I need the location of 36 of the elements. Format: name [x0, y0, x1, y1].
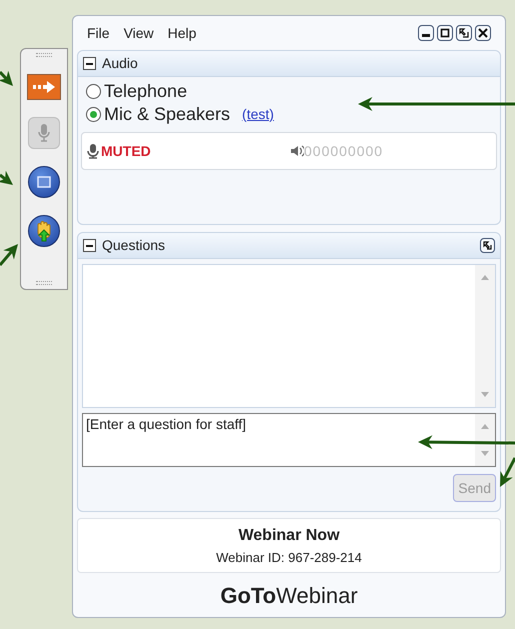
- annotation-arrow: [0, 170, 13, 185]
- webinar-id: Webinar ID: 967-289-214: [216, 548, 362, 567]
- radio-button[interactable]: [86, 84, 101, 99]
- collapse-button[interactable]: [83, 239, 96, 252]
- logo: GoToWebinar: [220, 582, 358, 610]
- speaker-icon: [291, 145, 304, 157]
- section-title: Questions: [102, 236, 166, 255]
- screen-button[interactable]: [28, 166, 60, 198]
- raise-hand-button[interactable]: [28, 215, 60, 247]
- mic-status: MUTED: [101, 142, 152, 160]
- collapse-button[interactable]: [83, 57, 96, 70]
- close-icon: [478, 28, 488, 38]
- section-title: Audio: [102, 54, 138, 73]
- annotation-arrow: [0, 244, 18, 266]
- pop-out-button[interactable]: [480, 238, 495, 253]
- annotation-arrow: [500, 457, 515, 487]
- menu-item[interactable]: Help: [168, 22, 196, 44]
- menu-item[interactable]: File: [87, 22, 110, 44]
- maximize-button[interactable]: [437, 25, 453, 41]
- pop-out-icon: [483, 241, 492, 250]
- webinar-title: Webinar Now: [238, 526, 340, 546]
- microphone-icon: [38, 124, 50, 142]
- restore-icon: [459, 28, 469, 38]
- test-link[interactable]: (test): [242, 104, 274, 125]
- arrow-icon: [33, 81, 55, 93]
- annotation-arrow: [0, 70, 13, 86]
- maximize-icon: [440, 28, 450, 38]
- microphone-icon: [87, 144, 99, 158]
- show-panel-button[interactable]: [27, 74, 61, 100]
- window-icon: [37, 176, 51, 188]
- speaker-meter: 000000000: [304, 142, 384, 160]
- menu-item[interactable]: View: [124, 22, 154, 44]
- close-button[interactable]: [475, 25, 491, 41]
- radio-button[interactable]: [86, 107, 101, 122]
- minimize-button[interactable]: [418, 25, 434, 41]
- restore-button[interactable]: [456, 25, 472, 41]
